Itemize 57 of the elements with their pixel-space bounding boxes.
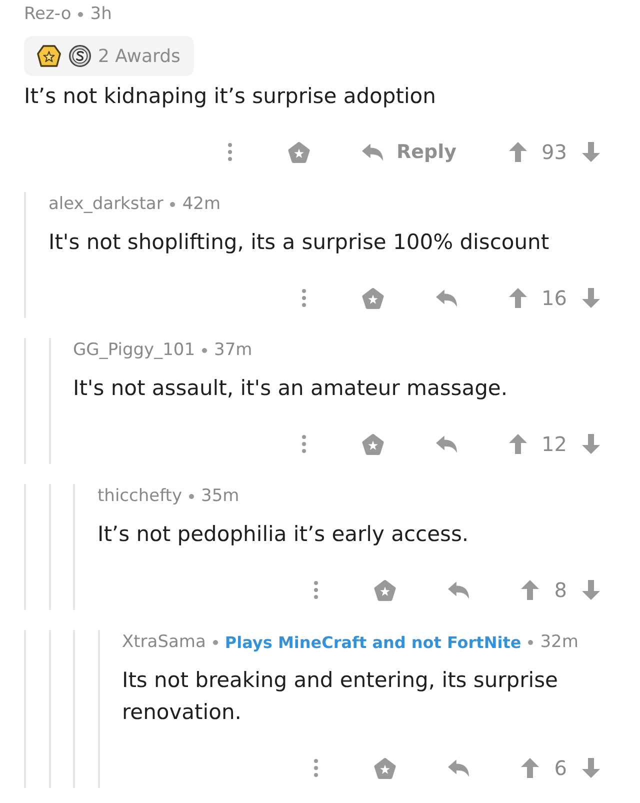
vote-score: 16 bbox=[542, 286, 567, 310]
user-flair: Plays MineCraft and not FortNite bbox=[224, 632, 522, 652]
comment-body: It’s not kidnaping it’s surprise adoption bbox=[24, 83, 437, 110]
separator-dot-icon bbox=[202, 348, 208, 352]
award-icon[interactable] bbox=[362, 434, 384, 454]
separator-dot-icon bbox=[189, 494, 194, 498]
awards-label: 2 Awards bbox=[98, 46, 180, 66]
comment-time: 37m bbox=[214, 340, 252, 360]
award-icon[interactable] bbox=[288, 142, 310, 162]
comment-time: 32m bbox=[540, 632, 578, 652]
comment-time: 42m bbox=[182, 194, 221, 214]
upvote-arrow-icon[interactable] bbox=[521, 580, 540, 600]
comment-body: It's not assault, it's an amateur massage. bbox=[73, 375, 509, 402]
more-options-icon[interactable] bbox=[302, 435, 306, 453]
reply-arrow-icon[interactable] bbox=[448, 581, 470, 599]
comment-author[interactable]: alex_darkstar bbox=[48, 194, 164, 214]
comment-body: It’s not pedophilia it’s early access. bbox=[98, 521, 470, 548]
comment-time: 3h bbox=[90, 4, 112, 24]
award-icon[interactable] bbox=[374, 580, 396, 600]
separator-dot-icon bbox=[170, 202, 176, 206]
vote-score: 93 bbox=[542, 140, 567, 164]
award-icon[interactable] bbox=[362, 288, 384, 308]
vote-score: 8 bbox=[554, 578, 567, 602]
downvote-arrow-icon[interactable] bbox=[582, 758, 600, 778]
reply-button[interactable]: Reply bbox=[362, 141, 457, 163]
comment-time: 35m bbox=[201, 486, 240, 506]
downvote-arrow-icon[interactable] bbox=[582, 580, 600, 600]
comment-author[interactable]: Rez-o bbox=[24, 4, 72, 24]
downvote-arrow-icon[interactable] bbox=[582, 288, 600, 308]
vote-score: 6 bbox=[554, 756, 567, 780]
award-icon[interactable] bbox=[374, 758, 396, 778]
reply-arrow-icon bbox=[362, 143, 383, 161]
reply-arrow-icon[interactable] bbox=[436, 435, 457, 453]
separator-dot-icon bbox=[528, 640, 534, 644]
more-options-icon[interactable] bbox=[314, 581, 318, 599]
comment-body: Its not breaking and entering, its surprise renovation. bbox=[122, 667, 559, 726]
upvote-arrow-icon[interactable] bbox=[508, 142, 527, 162]
reply-arrow-icon[interactable] bbox=[436, 289, 457, 307]
comment-author[interactable]: XtraSama bbox=[122, 632, 206, 652]
more-options-icon[interactable] bbox=[302, 289, 306, 307]
star-medal-icon bbox=[37, 45, 61, 67]
vote-score: 12 bbox=[542, 432, 567, 456]
downvote-arrow-icon[interactable] bbox=[582, 142, 600, 162]
separator-dot-icon bbox=[78, 12, 84, 16]
coin-icon bbox=[69, 45, 91, 67]
comment-body: It's not shoplifting, its a surprise 100% discount bbox=[48, 229, 550, 256]
comment-author[interactable]: GG_Piggy_101 bbox=[73, 340, 196, 360]
more-options-icon[interactable] bbox=[314, 759, 318, 777]
comment-author[interactable]: thicchefty bbox=[98, 486, 182, 506]
separator-dot-icon bbox=[212, 640, 218, 644]
upvote-arrow-icon[interactable] bbox=[508, 288, 527, 308]
upvote-arrow-icon[interactable] bbox=[521, 758, 540, 778]
awards-badge[interactable]: 2 Awards bbox=[24, 36, 194, 76]
upvote-arrow-icon[interactable] bbox=[508, 434, 527, 454]
reply-arrow-icon[interactable] bbox=[448, 759, 470, 777]
more-options-icon[interactable] bbox=[228, 143, 232, 161]
downvote-arrow-icon[interactable] bbox=[582, 434, 600, 454]
